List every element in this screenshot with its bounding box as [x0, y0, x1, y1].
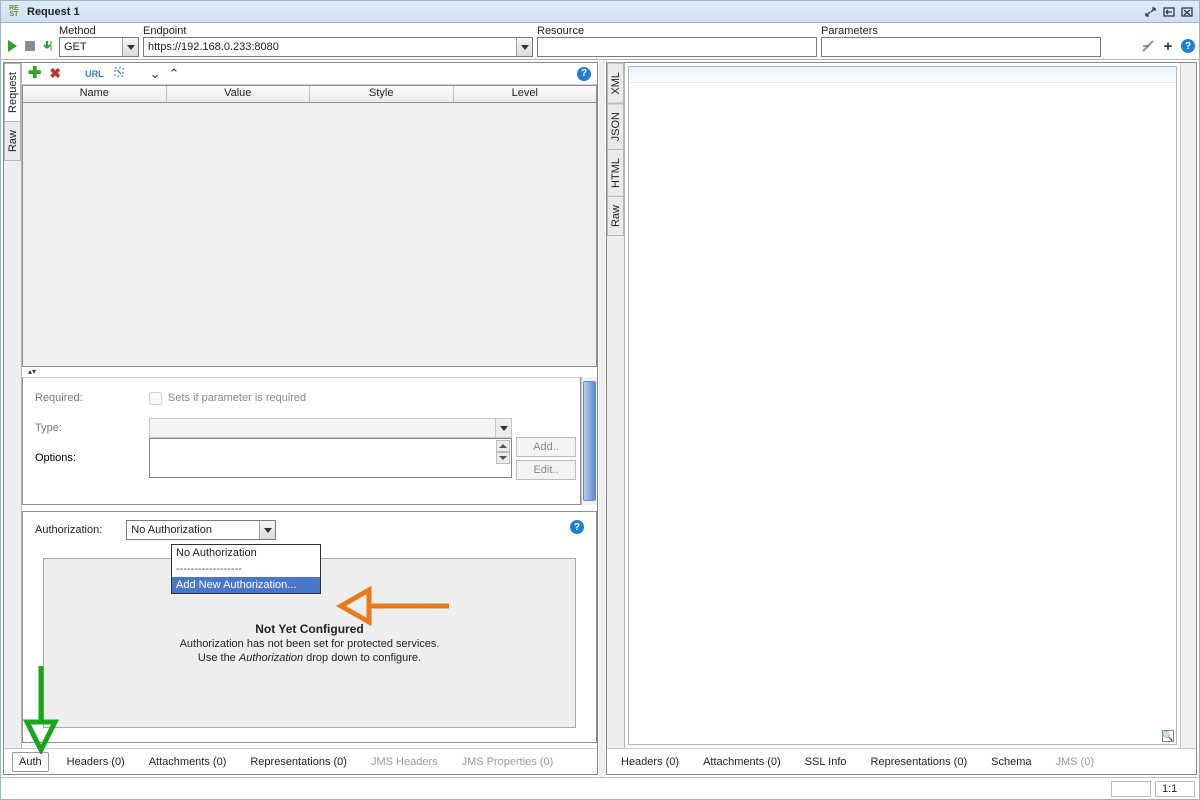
param-table-body[interactable]: [22, 103, 597, 367]
tab-jms-properties[interactable]: JMS Properties (0): [456, 753, 560, 771]
chevron-up-icon[interactable]: ⌃: [169, 66, 180, 82]
tab-headers[interactable]: Headers (0): [61, 753, 131, 771]
help-icon[interactable]: ?: [1181, 39, 1195, 53]
tab-jms-headers[interactable]: JMS Headers: [365, 753, 444, 771]
options-list[interactable]: [149, 438, 512, 478]
chevron-down-icon: [122, 38, 138, 56]
col-style[interactable]: Style: [310, 86, 454, 102]
request-pane: Request Raw ✚ ✖ URL ⌄ ⌃ ?: [3, 62, 598, 775]
tab-raw[interactable]: Raw: [607, 196, 624, 236]
titlebar: REST Request 1: [1, 1, 1199, 23]
left-bottom-tabs: Auth Headers (0) Attachments (0) Represe…: [4, 748, 597, 774]
request-toolbar: Method GET Endpoint https://192.168.0.23…: [1, 23, 1199, 59]
endpoint-label: Endpoint: [143, 25, 533, 37]
chevron-down-icon: [259, 521, 275, 539]
status-ratio: 1:1: [1155, 781, 1195, 797]
resource-input[interactable]: [537, 37, 817, 57]
statusbar: 1:1: [1, 777, 1199, 799]
method-select[interactable]: GET: [59, 37, 139, 57]
resource-label: Resource: [537, 25, 817, 37]
minimize-button[interactable]: [1143, 5, 1159, 19]
auth-line1: Authorization has not been set for prote…: [180, 638, 440, 650]
scrollbar[interactable]: [581, 377, 597, 505]
tab-jms[interactable]: JMS (0): [1049, 753, 1100, 771]
step-button[interactable]: [41, 39, 55, 53]
left-vertical-tabs: Request Raw: [4, 63, 22, 748]
required-checkbox[interactable]: Sets if parameter is required: [149, 392, 512, 405]
scroll-up-icon[interactable]: [496, 440, 510, 452]
type-label: Type:: [35, 422, 145, 434]
expand-icon[interactable]: [112, 65, 126, 82]
type-select[interactable]: [149, 418, 512, 438]
chevron-down-icon: [516, 38, 532, 56]
parameters-input[interactable]: [821, 37, 1101, 57]
configure-icon[interactable]: [1141, 39, 1155, 53]
tab-attachments[interactable]: Attachments (0): [697, 753, 787, 771]
authorization-panel: Authorization: No Authorization ? Not Ye…: [22, 511, 597, 743]
parameters-label: Parameters: [821, 25, 1101, 37]
auth-option-separator: ------------------: [172, 561, 320, 577]
tab-html[interactable]: HTML: [607, 149, 624, 197]
tab-xml[interactable]: XML: [607, 63, 624, 104]
edit-option-button[interactable]: Edit..: [516, 460, 576, 480]
window-title: Request 1: [27, 6, 80, 18]
help-icon[interactable]: ?: [577, 67, 591, 81]
remove-param-button[interactable]: ✖: [49, 65, 61, 82]
col-name[interactable]: Name: [23, 86, 167, 102]
tab-headers[interactable]: Headers (0): [615, 753, 685, 771]
splitter-handle[interactable]: ▴▾: [22, 367, 597, 377]
tab-representations[interactable]: Representations (0): [244, 753, 353, 771]
help-icon[interactable]: ?: [570, 520, 584, 534]
close-button[interactable]: [1179, 5, 1195, 19]
tab-auth[interactable]: Auth: [12, 752, 49, 772]
chevron-down-icon: [495, 419, 511, 437]
tab-raw[interactable]: Raw: [4, 121, 21, 161]
add-param-button[interactable]: ✚: [28, 66, 41, 82]
search-icon[interactable]: 🔍: [1162, 730, 1174, 742]
orange-arrow-annotation: [331, 584, 451, 628]
param-table-header: Name Value Style Level: [22, 85, 597, 103]
maximize-button[interactable]: [1161, 5, 1177, 19]
col-level[interactable]: Level: [454, 86, 597, 102]
scrollbar[interactable]: [1180, 63, 1196, 748]
main-split: Request Raw ✚ ✖ URL ⌄ ⌃ ?: [1, 59, 1199, 777]
right-vertical-tabs: XML JSON HTML Raw: [607, 63, 625, 748]
required-label: Required:: [35, 392, 145, 404]
tab-ssl-info[interactable]: SSL Info: [799, 753, 853, 771]
tab-schema[interactable]: Schema: [985, 753, 1037, 771]
response-content: 🔍: [628, 66, 1177, 745]
response-header-strip: [629, 67, 1176, 83]
rest-icon: REST: [5, 4, 23, 20]
authorization-label: Authorization:: [35, 524, 102, 536]
method-label: Method: [59, 25, 139, 37]
green-arrow-annotation: [19, 664, 63, 754]
right-bottom-tabs: Headers (0) Attachments (0) SSL Info Rep…: [607, 748, 1196, 774]
auth-line2: Use the Authorization drop down to confi…: [198, 652, 421, 664]
run-button[interactable]: [5, 39, 19, 53]
tab-representations[interactable]: Representations (0): [865, 753, 974, 771]
response-pane: XML JSON HTML Raw 🔍 Headers (0) Attachme…: [606, 62, 1197, 775]
auth-option-none[interactable]: No Authorization: [172, 545, 320, 561]
param-toolbar: ✚ ✖ URL ⌄ ⌃ ?: [22, 63, 597, 85]
app-window: REST Request 1 Method GET Endpoint https…: [0, 0, 1200, 800]
tab-attachments[interactable]: Attachments (0): [143, 753, 233, 771]
chevron-down-icon[interactable]: ⌄: [150, 66, 161, 82]
url-icon[interactable]: URL: [85, 69, 104, 79]
tab-json[interactable]: JSON: [607, 103, 624, 150]
endpoint-input[interactable]: https://192.168.0.233:8080: [143, 37, 533, 57]
main-splitter[interactable]: [599, 60, 605, 777]
auth-option-add[interactable]: Add New Authorization...: [172, 577, 320, 593]
authorization-dropdown: No Authorization ------------------ Add …: [171, 544, 321, 594]
status-empty: [1111, 781, 1151, 797]
add-option-button[interactable]: Add..: [516, 437, 576, 457]
authorization-select[interactable]: No Authorization: [126, 520, 276, 540]
col-value[interactable]: Value: [167, 86, 311, 102]
tab-request[interactable]: Request: [4, 63, 21, 122]
options-label: Options:: [35, 452, 145, 464]
scroll-down-icon[interactable]: [496, 452, 510, 464]
add-icon[interactable]: +: [1161, 39, 1175, 53]
stop-button[interactable]: [23, 39, 37, 53]
